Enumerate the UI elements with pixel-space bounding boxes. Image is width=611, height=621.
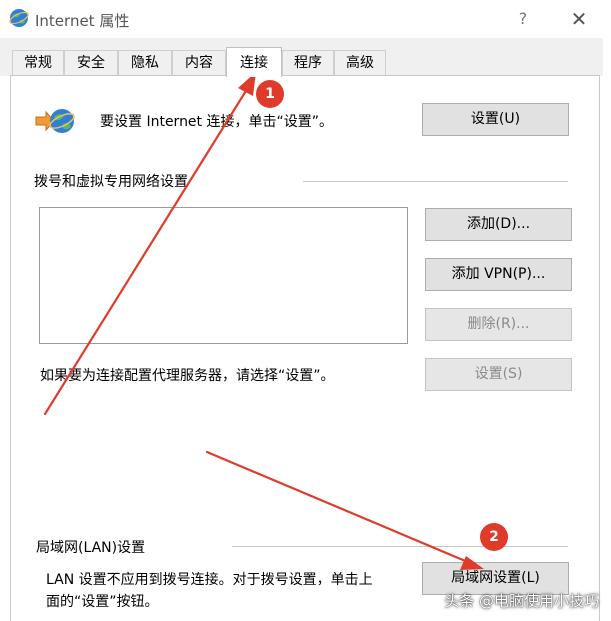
arrow-to-lan-button — [205, 450, 472, 565]
watermark: 头条 @电脑使用小技巧 — [444, 592, 599, 610]
arrow-head-2 — [460, 556, 484, 570]
annotation-arrows — [43, 72, 484, 570]
annotation-badge-2: 2 — [480, 523, 508, 551]
tab-connections[interactable]: 连接 — [226, 47, 282, 77]
annotation-badge-1: 1 — [256, 80, 284, 108]
window-edge — [603, 0, 611, 621]
arrow-to-connections-tab — [43, 84, 251, 416]
